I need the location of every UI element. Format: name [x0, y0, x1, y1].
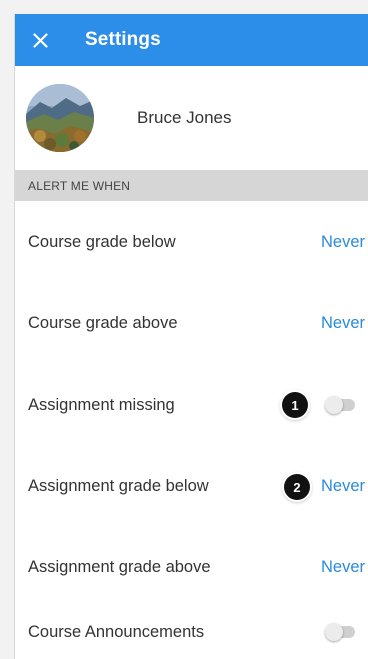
setting-row-course-announcements: Course Announcements	[15, 607, 368, 657]
callout-marker-1: 1	[282, 392, 308, 418]
setting-row-assignment-grade-below[interactable]: Assignment grade below Never	[15, 461, 368, 511]
close-button[interactable]	[15, 14, 65, 66]
setting-label: Assignment missing	[28, 395, 175, 414]
setting-label: Assignment grade above	[28, 557, 211, 576]
setting-row-course-grade-above[interactable]: Course grade above Never	[15, 298, 368, 348]
setting-label: Course Announcements	[28, 622, 205, 641]
setting-row-course-grade-below[interactable]: Course grade below Never	[15, 217, 368, 267]
setting-row-assignment-grade-above[interactable]: Assignment grade above Never	[15, 542, 368, 592]
avatar-image	[26, 84, 94, 152]
setting-value-link[interactable]: Never	[321, 233, 365, 252]
profile-row: Bruce Jones	[15, 66, 368, 170]
setting-value-link[interactable]: Never	[321, 477, 365, 496]
setting-label: Course grade above	[28, 313, 178, 332]
course-announcements-toggle[interactable]	[325, 623, 355, 641]
close-icon	[32, 32, 48, 48]
callout-number: 2	[293, 479, 301, 495]
screenshot-frame: Settings Bruce Jones ALERT ME WHEN Cours…	[0, 0, 368, 659]
toggle-knob	[325, 623, 343, 641]
setting-value-link[interactable]: Never	[321, 314, 365, 333]
callout-number: 1	[291, 397, 299, 413]
setting-label: Assignment grade below	[28, 476, 209, 495]
section-header: ALERT ME WHEN	[15, 170, 368, 201]
settings-panel: Settings Bruce Jones ALERT ME WHEN Cours…	[14, 14, 368, 659]
app-bar: Settings	[15, 14, 368, 66]
avatar[interactable]	[26, 84, 94, 152]
page-title: Settings	[85, 29, 161, 50]
callout-marker-2: 2	[284, 474, 310, 500]
toggle-knob	[325, 396, 343, 414]
setting-value-link[interactable]: Never	[321, 558, 365, 577]
profile-name: Bruce Jones	[137, 108, 232, 127]
assignment-missing-toggle[interactable]	[325, 396, 355, 414]
section-title: ALERT ME WHEN	[28, 178, 131, 193]
setting-row-assignment-missing: Assignment missing	[15, 380, 368, 430]
setting-label: Course grade below	[28, 232, 176, 251]
